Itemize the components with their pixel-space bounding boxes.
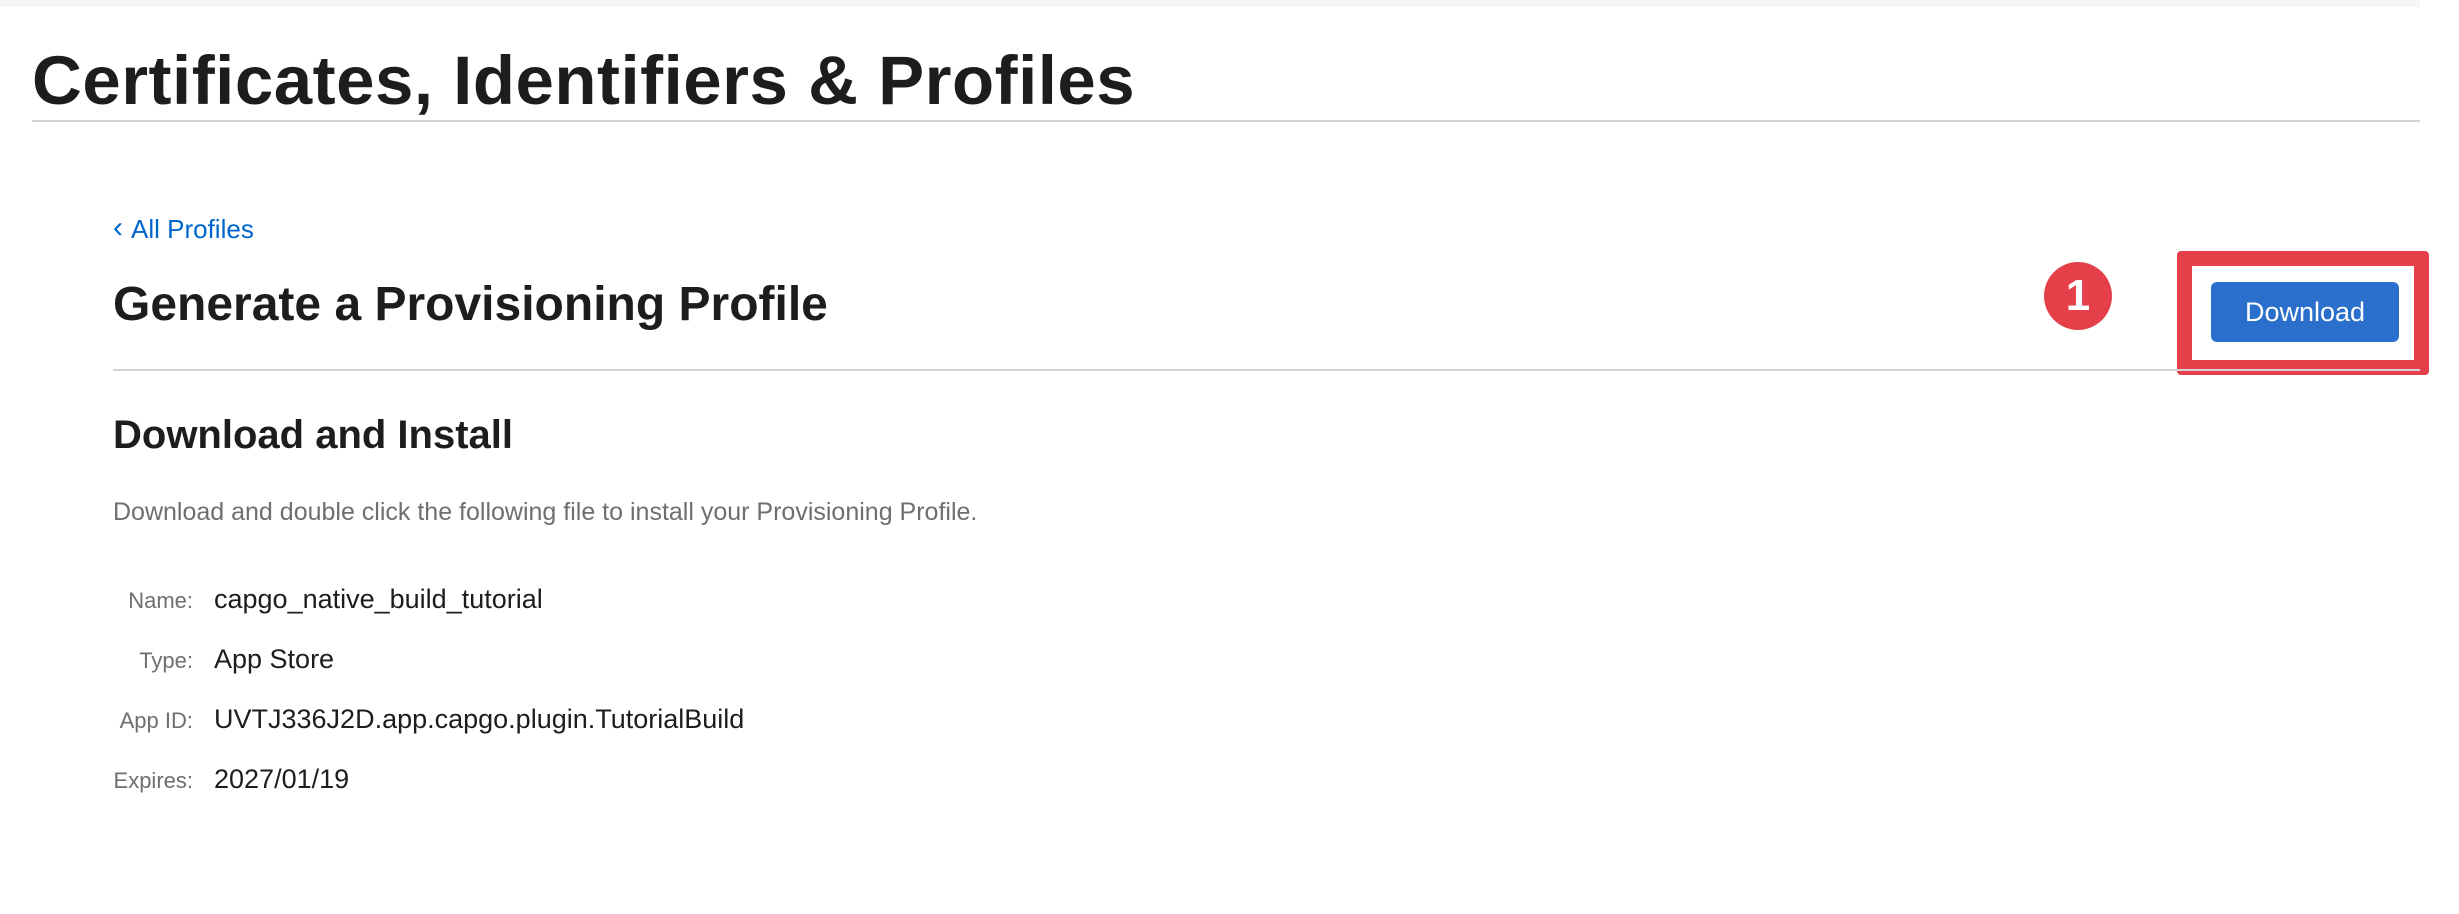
title-divider	[32, 120, 2420, 122]
detail-label: Name:	[128, 588, 193, 613]
step-callout-badge: 1	[2044, 262, 2112, 330]
detail-value: capgo_native_build_tutorial	[214, 584, 543, 614]
section-title: Generate a Provisioning Profile	[113, 278, 828, 331]
all-profiles-link[interactable]: ‹ All Profiles	[113, 211, 254, 247]
detail-row-name: Name: capgo_native_build_tutorial	[113, 584, 744, 644]
detail-label: Expires:	[113, 768, 193, 793]
detail-row-type: Type: App Store	[113, 644, 744, 704]
all-profiles-link-label: All Profiles	[131, 214, 254, 244]
page-title: Certificates, Identifiers & Profiles	[32, 42, 1136, 119]
download-button[interactable]: Download	[2211, 282, 2399, 342]
download-install-heading: Download and Install	[113, 413, 514, 457]
profile-details: Name: capgo_native_build_tutorial Type: …	[113, 584, 745, 824]
install-description: Download and double click the following …	[113, 498, 978, 526]
detail-value: UVTJ336J2D.app.capgo.plugin.TutorialBuil…	[214, 704, 745, 734]
detail-value: 2027/01/19	[214, 764, 350, 794]
detail-row-app-id: App ID: UVTJ336J2D.app.capgo.plugin.Tuto…	[113, 704, 745, 764]
section-divider	[113, 369, 2420, 371]
chevron-left-icon: ‹	[113, 211, 123, 244]
detail-row-expires: Expires: 2027/01/19	[113, 764, 744, 824]
detail-label: Type:	[139, 648, 193, 673]
top-strip	[0, 0, 2420, 7]
detail-label: App ID:	[119, 708, 193, 733]
detail-value: App Store	[214, 644, 335, 674]
